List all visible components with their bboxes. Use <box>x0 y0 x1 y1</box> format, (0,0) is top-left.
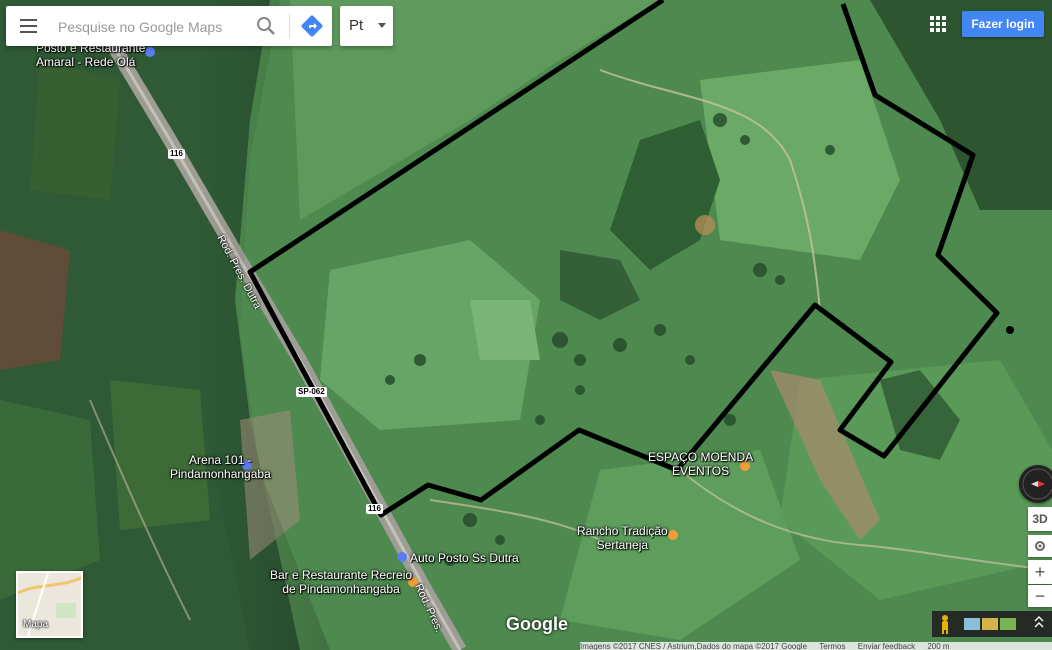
place-label-rancho[interactable]: Rancho Tradição Sertaneja <box>577 524 668 552</box>
my-location-icon <box>1035 541 1045 551</box>
attribution-text: Imagens ©2017 CNES / Astrium,Dados do ma… <box>580 642 808 650</box>
scale-label: 200 m <box>927 642 950 650</box>
imagery-thumb-icon <box>964 618 980 630</box>
road-shield-116: 116 <box>168 149 185 159</box>
language-select[interactable]: Pt <box>340 6 393 46</box>
pegman-icon <box>942 615 948 634</box>
zoom-in-button[interactable]: + <box>1028 560 1052 584</box>
road-shield-116-lower: 116 <box>366 504 383 514</box>
terms-link[interactable]: Termos <box>819 642 845 650</box>
zoom-out-button[interactable]: − <box>1028 585 1052 607</box>
my-location-button[interactable] <box>1028 535 1052 557</box>
tilt-3d-button[interactable]: 3D <box>1028 507 1052 531</box>
feedback-link[interactable]: Enviar feedback <box>858 642 915 650</box>
road-shield-sp: SP-062 <box>296 387 327 397</box>
place-label-bar-restaurante[interactable]: Bar e Restaurante Recreio de Pindamonhan… <box>270 568 412 596</box>
apps-grid-icon[interactable] <box>930 16 946 32</box>
chevron-up-icon <box>1034 615 1044 628</box>
separator <box>289 14 290 38</box>
place-label-arena[interactable]: Arena 101 - Pindamonhangaba <box>170 453 271 481</box>
poi-orange-marker[interactable] <box>668 530 678 540</box>
login-button[interactable]: Fazer login <box>962 11 1044 37</box>
search-input[interactable] <box>56 16 250 38</box>
map-type-toggle[interactable]: Mapa <box>16 571 83 638</box>
minimap-label: Mapa <box>23 619 49 630</box>
place-label-espaco-moenda[interactable]: ESPAÇO MOENDA EVENTOS <box>648 450 753 478</box>
compass-icon[interactable] <box>1019 465 1052 503</box>
poi-blue-marker[interactable] <box>397 552 407 562</box>
imagery-bar <box>932 611 1052 637</box>
language-label: Pt <box>349 17 364 34</box>
imagery-thumb-icon <box>1000 618 1016 630</box>
directions-icon[interactable] <box>300 14 324 38</box>
menu-icon[interactable] <box>16 14 42 38</box>
imagery-thumb-icon <box>982 618 998 630</box>
poi-blue-marker[interactable] <box>145 47 155 57</box>
search-icon[interactable] <box>254 14 278 38</box>
search-box <box>6 6 332 46</box>
place-label-auto-posto[interactable]: Auto Posto Ss Dutra <box>410 551 519 565</box>
satellite-map[interactable] <box>0 0 1052 650</box>
chevron-down-icon <box>378 23 386 28</box>
google-logo: Google <box>506 614 568 634</box>
footer-bar: Imagens ©2017 CNES / Astrium,Dados do ma… <box>580 642 1052 650</box>
